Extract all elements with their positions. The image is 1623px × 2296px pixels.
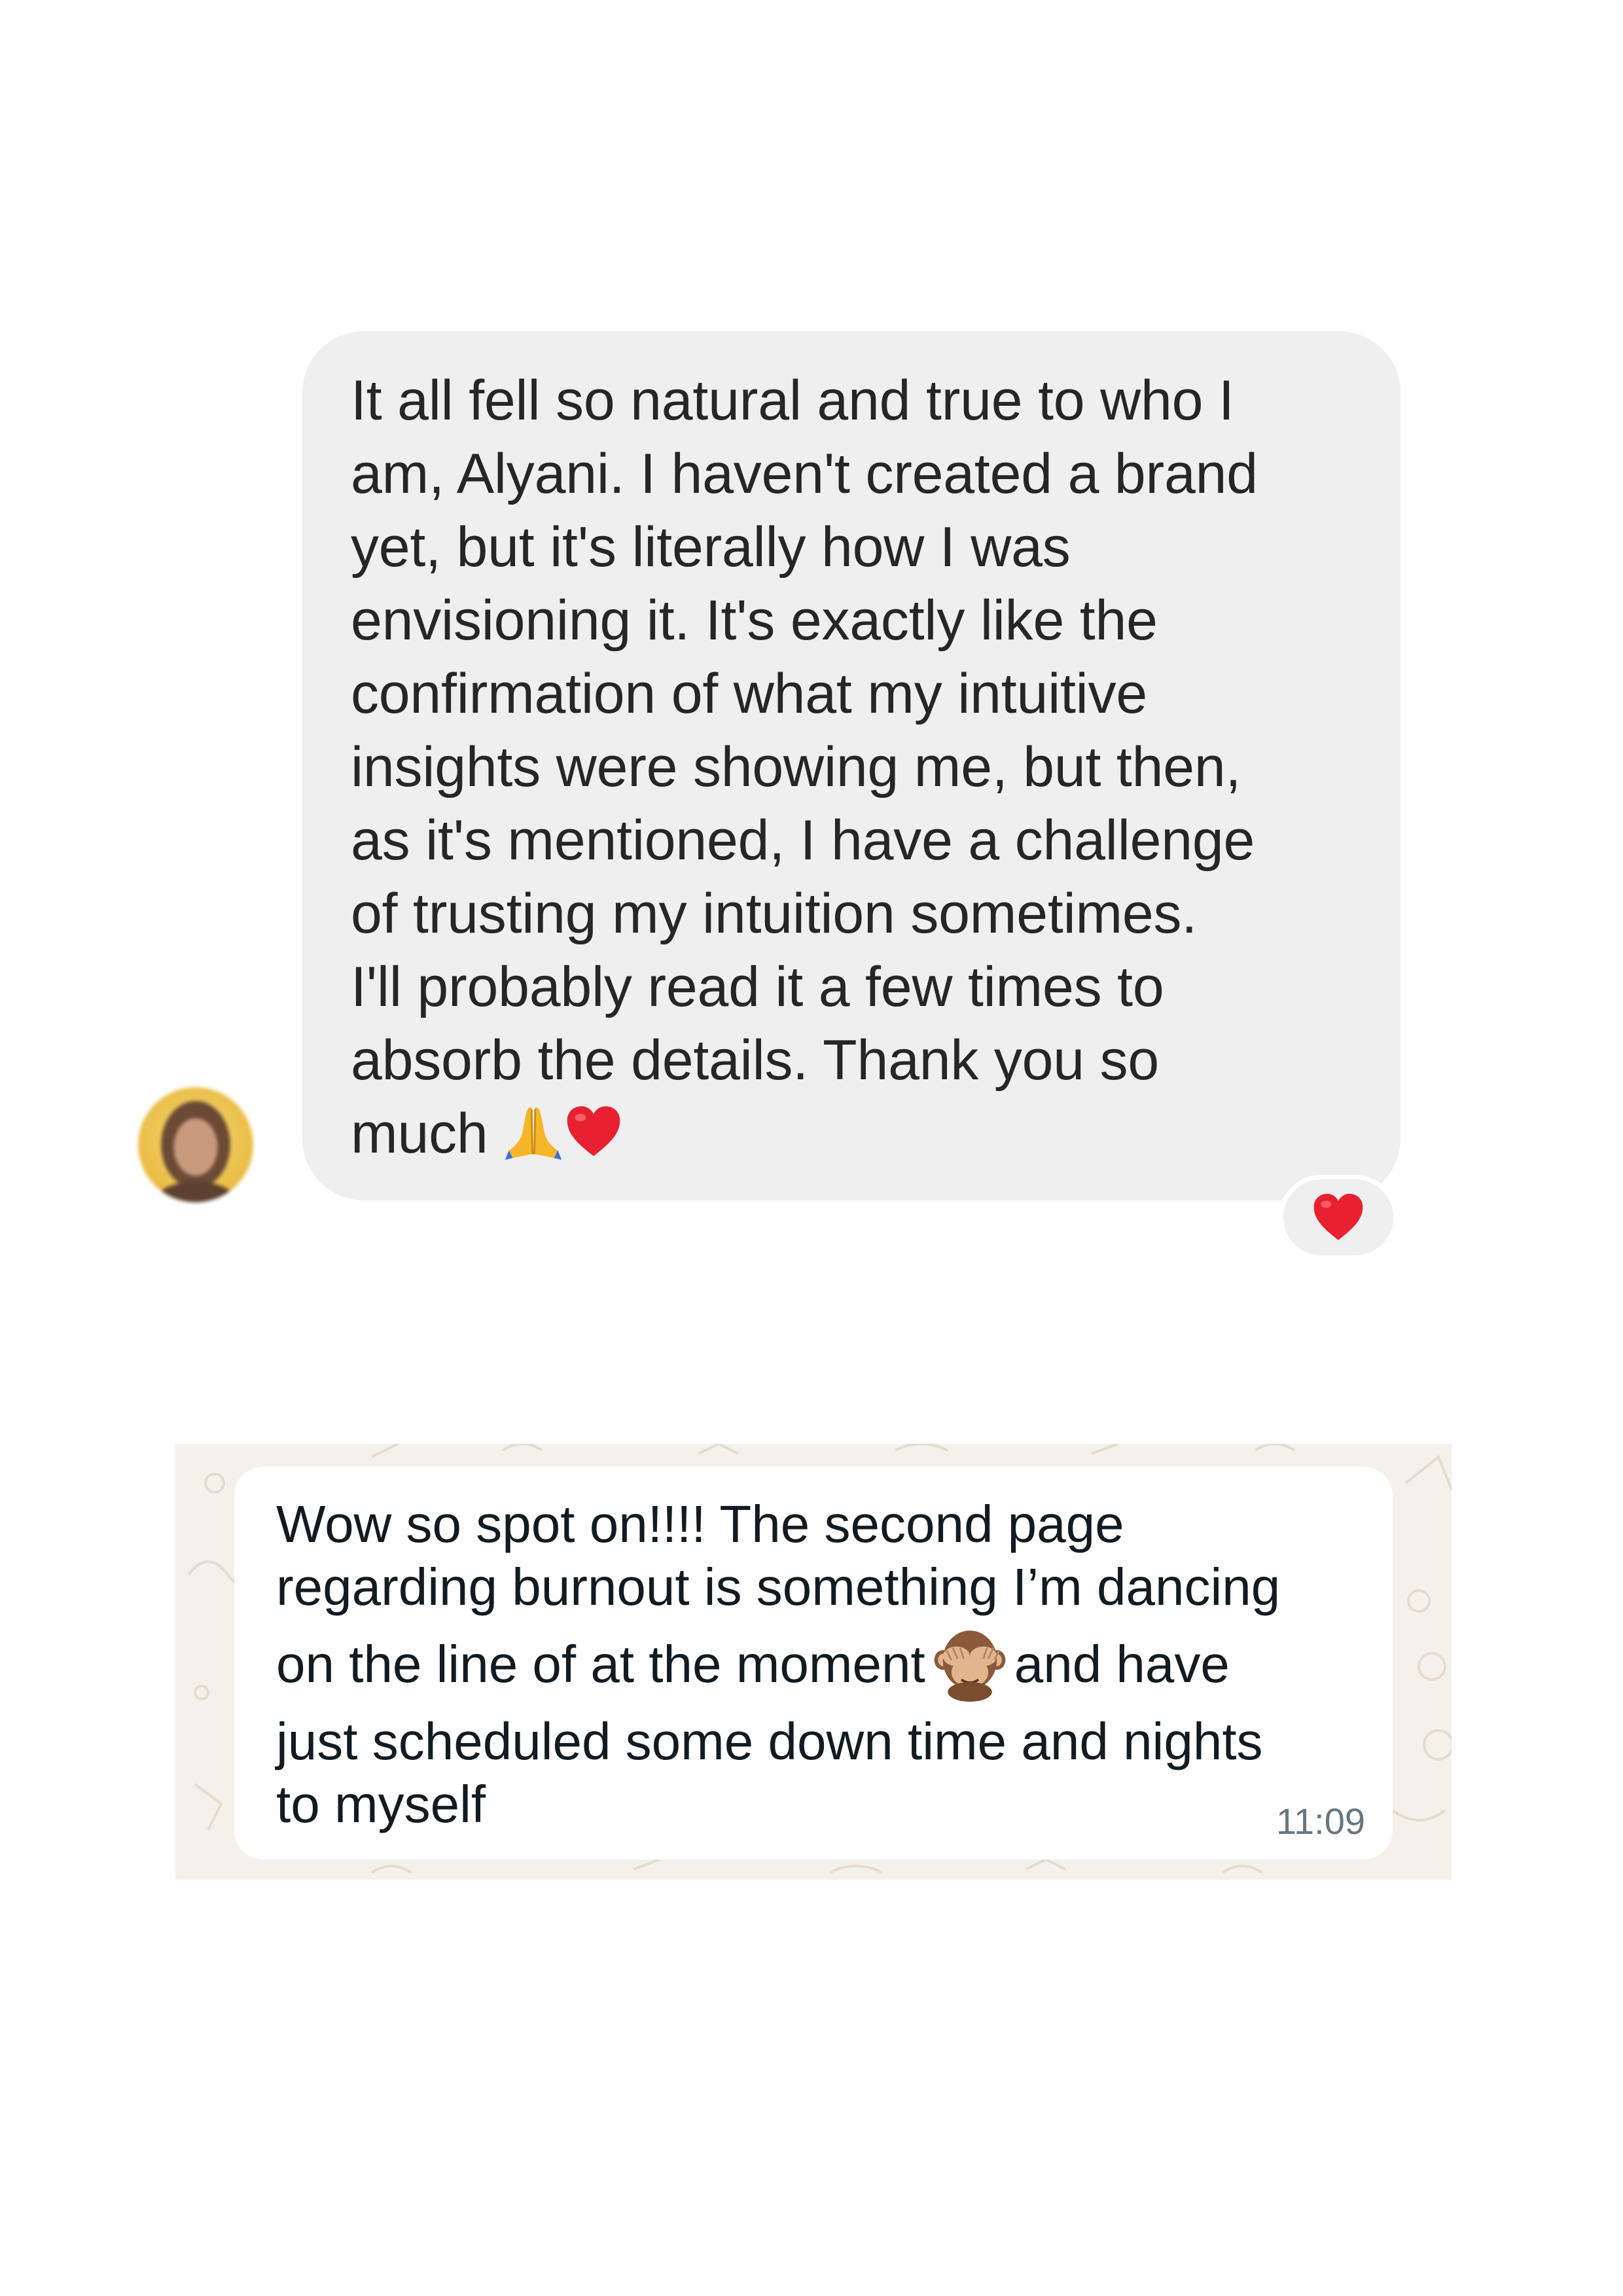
- folded-hands-emoji: [503, 1102, 563, 1162]
- heart-reaction-badge[interactable]: [1279, 1175, 1398, 1260]
- sender-avatar[interactable]: [138, 1087, 253, 1202]
- received-message-bubble[interactable]: It all fell so natural and true to who I…: [302, 331, 1400, 1200]
- received-message-bubble[interactable]: Wow so spot on!!!! The second page regar…: [234, 1467, 1393, 1859]
- message-text: Wow so spot on!!!! The second page regar…: [276, 1495, 1281, 1833]
- red-heart-icon: [1313, 1194, 1363, 1240]
- red-heart-emoji: [563, 1102, 624, 1162]
- message-timestamp: 11:09: [1276, 1801, 1365, 1842]
- avatar-photo: [138, 1087, 253, 1202]
- chat-wallpaper: Wow so spot on!!!! The second page regar…: [175, 1444, 1452, 1880]
- message-text: It all fell so natural and true to who I…: [351, 369, 1258, 1165]
- see-no-evil-monkey-emoji: [931, 1623, 1009, 1702]
